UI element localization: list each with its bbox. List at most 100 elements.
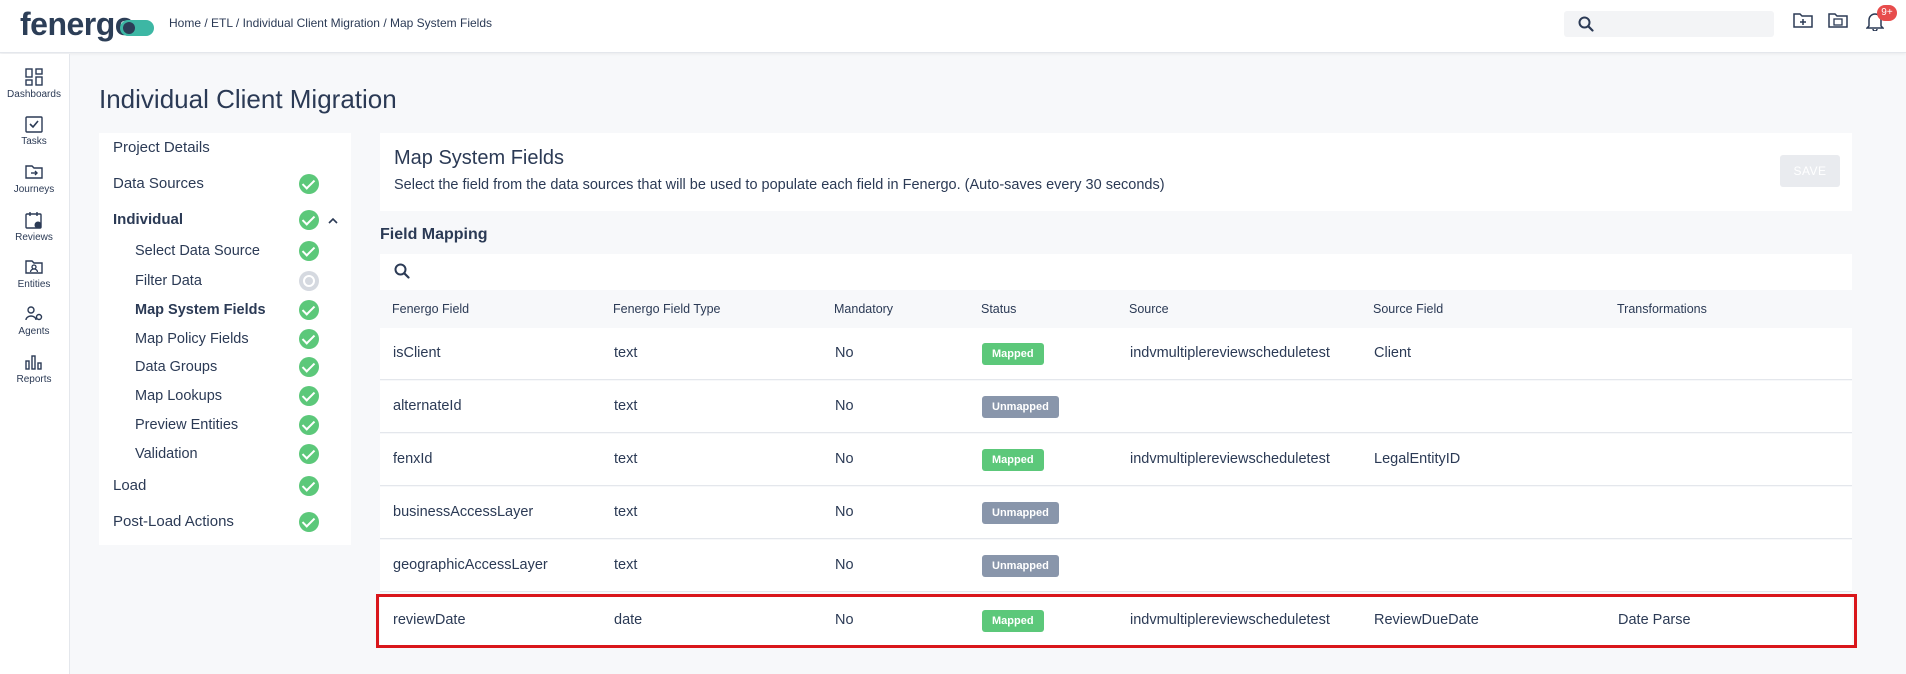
check-icon [299,329,319,349]
nav-label: Reports [16,374,52,385]
cell-mandatory: No [835,451,854,467]
cell-field-type: text [614,504,638,520]
nav-label: Agents [18,326,50,337]
step-filter-data[interactable]: Filter Data [135,270,202,292]
logo-mark [119,19,154,36]
table-search-input[interactable] [380,254,1852,290]
search-icon [1578,16,1594,37]
check-icon [299,210,319,230]
cell-source[interactable]: indvmultiplereviewscheduletest [1130,612,1330,628]
column-header[interactable]: Fenergo Field Type [613,302,720,316]
table-row[interactable]: geographicAccessLayer text No Unmapped [380,540,1852,592]
reviews-icon [25,212,42,229]
section-description: Select the field from the data sources t… [394,177,1165,193]
column-header[interactable]: Status [981,302,1016,316]
chevron-up-icon[interactable] [327,213,339,231]
cell-mandatory: No [835,557,854,573]
status-badge: Mapped [982,449,1044,471]
save-button[interactable]: SAVE [1780,155,1840,187]
cell-source-field[interactable]: Client [1374,345,1411,361]
nav-item-reports[interactable]: Reports [0,353,68,385]
cell-fenergo-field: fenxId [393,451,433,467]
cell-mandatory: No [835,345,854,361]
reports-icon [25,355,42,370]
cell-mandatory: No [835,398,854,414]
status-badge: Unmapped [982,555,1059,577]
cell-field-type: text [614,345,638,361]
check-icon [299,386,319,406]
table-header: Fenergo Field Fenergo Field Type Mandato… [380,292,1852,328]
search-icon [394,263,410,284]
column-header[interactable]: Fenergo Field [392,302,469,316]
table-row[interactable]: reviewDate date No Mapped indvmultiplere… [380,595,1852,647]
top-bar: fenergo Home / ETL / Individual Client M… [0,0,1906,53]
fenergo-logo[interactable]: fenergo [20,6,154,43]
status-badge: Unmapped [982,396,1059,418]
nav-label: Journeys [13,184,55,195]
nav-item-journeys[interactable]: Journeys [0,163,68,195]
cell-mandatory: No [835,504,854,520]
cell-field-type: text [614,557,638,573]
column-header[interactable]: Mandatory [834,302,893,316]
column-header[interactable]: Transformations [1617,302,1707,316]
global-search-input[interactable] [1564,11,1774,37]
cell-fenergo-field: geographicAccessLayer [393,557,548,573]
step-data-groups[interactable]: Data Groups [135,356,217,378]
nav-item-dashboards[interactable]: Dashboards [0,68,68,100]
step-post-load-actions[interactable]: Post-Load Actions [113,511,234,533]
cell-fenergo-field: businessAccessLayer [393,504,534,520]
cell-fenergo-field: reviewDate [393,612,466,628]
table-row[interactable]: fenxId text No Mapped indvmultiplereview… [380,434,1852,486]
cell-fenergo-field: isClient [393,345,441,361]
logo-text: fenergo [20,6,134,42]
cell-source[interactable]: indvmultiplereviewscheduletest [1130,451,1330,467]
page-title: Individual Client Migration [99,84,397,114]
step-map-policy-fields[interactable]: Map Policy Fields [135,328,249,350]
step-data-sources[interactable]: Data Sources [113,173,204,195]
check-icon [299,241,319,261]
cell-transformations[interactable]: Date Parse [1618,612,1691,628]
step-map-lookups[interactable]: Map Lookups [135,385,222,407]
nav-label: Entities [17,279,51,290]
new-folder-icon[interactable] [1793,11,1813,34]
step-map-system-fields[interactable]: Map System Fields [135,299,266,321]
nav-item-agents[interactable]: Agents [0,305,68,337]
left-navigation: Dashboards Tasks Journeys Reviews Entiti… [0,54,70,674]
folder-upload-icon[interactable] [1828,11,1848,34]
notification-badge: 9+ [1877,5,1897,21]
dashboard-icon [25,68,43,86]
check-icon [299,512,319,532]
table-row[interactable]: isClient text No Mapped indvmultiplerevi… [380,328,1852,380]
nav-item-entities[interactable]: Entities [0,258,68,290]
step-load[interactable]: Load [113,475,146,497]
nav-item-reviews[interactable]: Reviews [0,211,68,243]
step-select-data-source[interactable]: Select Data Source [135,240,260,262]
breadcrumb[interactable]: Home / ETL / Individual Client Migration… [169,16,492,30]
column-header[interactable]: Source [1129,302,1169,316]
table-row[interactable]: businessAccessLayer text No Unmapped [380,487,1852,539]
entities-icon [25,260,43,274]
cell-source[interactable]: indvmultiplereviewscheduletest [1130,345,1330,361]
nav-label: Tasks [21,136,47,147]
step-project-details[interactable]: Project Details [113,137,210,159]
nav-label: Reviews [15,232,53,243]
cell-field-type: text [614,398,638,414]
cell-mandatory: No [835,612,854,628]
step-preview-entities[interactable]: Preview Entities [135,414,238,436]
check-icon [299,300,319,320]
cell-source-field[interactable]: LegalEntityID [1374,451,1460,467]
pending-icon [299,271,319,291]
check-icon [299,415,319,435]
status-badge: Mapped [982,610,1044,632]
status-badge: Unmapped [982,502,1059,524]
map-system-fields-header: Map System Fields Select the field from … [380,133,1852,211]
cell-field-type: text [614,451,638,467]
cell-fenergo-field: alternateId [393,398,462,414]
cell-source-field[interactable]: ReviewDueDate [1374,612,1479,628]
nav-item-tasks[interactable]: Tasks [0,115,68,147]
step-validation[interactable]: Validation [135,443,198,465]
column-header[interactable]: Source Field [1373,302,1443,316]
agents-icon [25,306,43,321]
table-row[interactable]: alternateId text No Unmapped [380,381,1852,433]
step-individual[interactable]: Individual [113,209,183,231]
